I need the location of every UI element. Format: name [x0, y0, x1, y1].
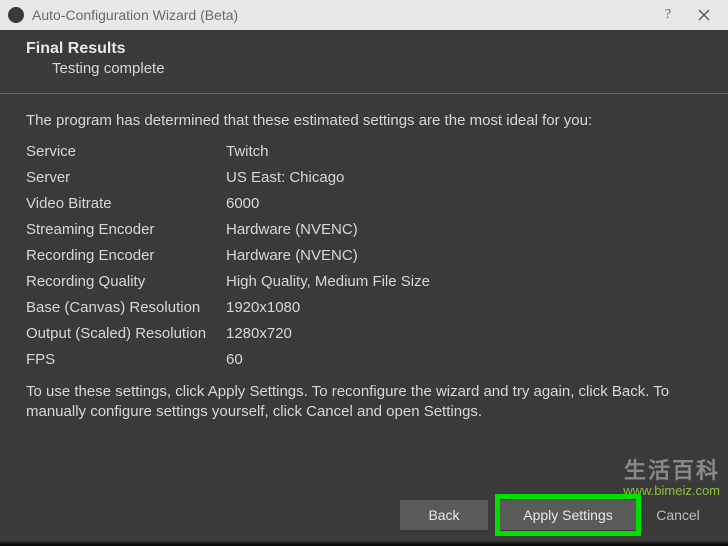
setting-label: Server: [26, 169, 226, 186]
content-area: The program has determined that these es…: [0, 94, 728, 490]
setting-value: 1920x1080: [226, 299, 702, 316]
back-button[interactable]: Back: [400, 500, 488, 530]
setting-label: Video Bitrate: [26, 195, 226, 212]
setting-value: 6000: [226, 195, 702, 212]
apply-settings-button[interactable]: Apply Settings: [500, 500, 636, 530]
footer: Back Apply Settings Cancel: [0, 490, 728, 546]
setting-value: US East: Chicago: [226, 169, 702, 186]
setting-value: Hardware (NVENC): [226, 247, 702, 264]
intro-text: The program has determined that these es…: [26, 112, 702, 129]
window-title: Auto-Configuration Wizard (Beta): [32, 7, 648, 23]
settings-table: ServiceTwitchServerUS East: ChicagoVideo…: [26, 143, 702, 368]
help-button[interactable]: ?: [648, 0, 688, 30]
setting-label: Recording Quality: [26, 273, 226, 290]
setting-label: Streaming Encoder: [26, 221, 226, 238]
cancel-button[interactable]: Cancel: [648, 500, 708, 530]
setting-value: Hardware (NVENC): [226, 221, 702, 238]
setting-label: Base (Canvas) Resolution: [26, 299, 226, 316]
setting-value: High Quality, Medium File Size: [226, 273, 702, 290]
setting-value: Twitch: [226, 143, 702, 160]
close-icon: [698, 9, 710, 21]
setting-label: Service: [26, 143, 226, 160]
wizard-window: Auto-Configuration Wizard (Beta) ? Final…: [0, 0, 728, 546]
titlebar: Auto-Configuration Wizard (Beta) ?: [0, 0, 728, 30]
setting-value: 60: [226, 351, 702, 368]
setting-label: Recording Encoder: [26, 247, 226, 264]
page-title: Final Results: [26, 40, 702, 58]
wizard-header: Final Results Testing complete: [0, 30, 728, 93]
instructions-text: To use these settings, click Apply Setti…: [26, 382, 702, 423]
setting-value: 1280x720: [226, 325, 702, 342]
page-subtitle: Testing complete: [52, 60, 702, 77]
app-icon: [8, 7, 24, 23]
setting-label: Output (Scaled) Resolution: [26, 325, 226, 342]
close-button[interactable]: [684, 0, 724, 30]
setting-label: FPS: [26, 351, 226, 368]
